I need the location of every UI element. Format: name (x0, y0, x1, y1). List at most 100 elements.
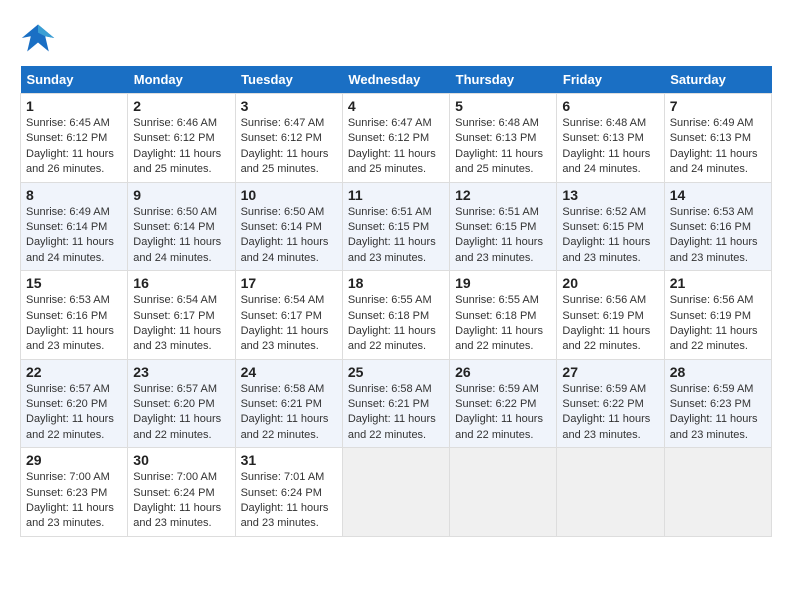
calendar-cell: 14 Sunrise: 6:53 AM Sunset: 6:16 PM Dayli… (664, 182, 771, 271)
day-number: 4 (348, 98, 444, 114)
calendar-cell: 9 Sunrise: 6:50 AM Sunset: 6:14 PM Daylig… (128, 182, 235, 271)
column-header-thursday: Thursday (450, 66, 557, 94)
day-number: 24 (241, 364, 337, 380)
day-number: 30 (133, 452, 229, 468)
day-info: Sunrise: 6:51 AM Sunset: 6:15 PM Dayligh… (455, 205, 551, 267)
day-number: 17 (241, 275, 337, 291)
day-number: 22 (26, 364, 122, 380)
calendar-week-row: 29 Sunrise: 7:00 AM Sunset: 6:23 PM Dayli… (21, 448, 772, 537)
day-number: 29 (26, 452, 122, 468)
day-info: Sunrise: 6:45 AM Sunset: 6:12 PM Dayligh… (26, 116, 122, 178)
day-info: Sunrise: 6:52 AM Sunset: 6:15 PM Dayligh… (562, 205, 658, 267)
calendar-cell: 1 Sunrise: 6:45 AM Sunset: 6:12 PM Daylig… (21, 94, 128, 183)
day-number: 28 (670, 364, 766, 380)
day-info: Sunrise: 6:59 AM Sunset: 6:22 PM Dayligh… (455, 382, 551, 444)
day-number: 3 (241, 98, 337, 114)
day-number: 5 (455, 98, 551, 114)
calendar-cell: 22 Sunrise: 6:57 AM Sunset: 6:20 PM Dayli… (21, 359, 128, 448)
calendar-cell: 10 Sunrise: 6:50 AM Sunset: 6:14 PM Dayli… (235, 182, 342, 271)
day-info: Sunrise: 6:54 AM Sunset: 6:17 PM Dayligh… (241, 293, 337, 355)
day-info: Sunrise: 6:57 AM Sunset: 6:20 PM Dayligh… (26, 382, 122, 444)
day-number: 1 (26, 98, 122, 114)
day-number: 15 (26, 275, 122, 291)
day-number: 11 (348, 187, 444, 203)
calendar-cell: 17 Sunrise: 6:54 AM Sunset: 6:17 PM Dayli… (235, 271, 342, 360)
logo (20, 20, 60, 56)
day-info: Sunrise: 6:53 AM Sunset: 6:16 PM Dayligh… (670, 205, 766, 267)
day-number: 10 (241, 187, 337, 203)
column-header-wednesday: Wednesday (342, 66, 449, 94)
calendar-cell: 7 Sunrise: 6:49 AM Sunset: 6:13 PM Daylig… (664, 94, 771, 183)
day-info: Sunrise: 6:54 AM Sunset: 6:17 PM Dayligh… (133, 293, 229, 355)
day-number: 13 (562, 187, 658, 203)
logo-icon (20, 20, 56, 56)
day-info: Sunrise: 6:56 AM Sunset: 6:19 PM Dayligh… (670, 293, 766, 355)
day-info: Sunrise: 6:51 AM Sunset: 6:15 PM Dayligh… (348, 205, 444, 267)
column-header-sunday: Sunday (21, 66, 128, 94)
day-info: Sunrise: 6:50 AM Sunset: 6:14 PM Dayligh… (133, 205, 229, 267)
calendar-cell: 23Sunrise: 6:57 AM Sunset: 6:20 PM Dayli… (128, 359, 235, 448)
day-info: Sunrise: 6:48 AM Sunset: 6:13 PM Dayligh… (562, 116, 658, 178)
calendar-cell: 12Sunrise: 6:51 AM Sunset: 6:15 PM Dayli… (450, 182, 557, 271)
column-header-saturday: Saturday (664, 66, 771, 94)
calendar-cell (342, 448, 449, 537)
day-info: Sunrise: 6:49 AM Sunset: 6:13 PM Dayligh… (670, 116, 766, 178)
day-number: 16 (133, 275, 229, 291)
day-info: Sunrise: 6:56 AM Sunset: 6:19 PM Dayligh… (562, 293, 658, 355)
day-number: 25 (348, 364, 444, 380)
calendar-cell: 26 Sunrise: 6:59 AM Sunset: 6:22 PM Dayli… (450, 359, 557, 448)
calendar-cell: 2 Sunrise: 6:46 AM Sunset: 6:12 PM Daylig… (128, 94, 235, 183)
calendar-cell: 4Sunrise: 6:47 AM Sunset: 6:12 PM Daylig… (342, 94, 449, 183)
calendar-cell: 25 Sunrise: 6:58 AM Sunset: 6:21 PM Dayli… (342, 359, 449, 448)
calendar-table: SundayMondayTuesdayWednesdayThursdayFrid… (20, 66, 772, 537)
day-number: 9 (133, 187, 229, 203)
calendar-cell: 15 Sunrise: 6:53 AM Sunset: 6:16 PM Dayli… (21, 271, 128, 360)
day-number: 19 (455, 275, 551, 291)
day-number: 6 (562, 98, 658, 114)
day-number: 21 (670, 275, 766, 291)
calendar-cell: 24 Sunrise: 6:58 AM Sunset: 6:21 PM Dayli… (235, 359, 342, 448)
day-number: 31 (241, 452, 337, 468)
calendar-cell: 27Sunrise: 6:59 AM Sunset: 6:22 PM Dayli… (557, 359, 664, 448)
calendar-cell: 6 Sunrise: 6:48 AM Sunset: 6:13 PM Daylig… (557, 94, 664, 183)
calendar-cell: 13 Sunrise: 6:52 AM Sunset: 6:15 PM Dayli… (557, 182, 664, 271)
day-info: Sunrise: 6:46 AM Sunset: 6:12 PM Dayligh… (133, 116, 229, 178)
calendar-cell: 19 Sunrise: 6:55 AM Sunset: 6:18 PM Dayli… (450, 271, 557, 360)
calendar-week-row: 1 Sunrise: 6:45 AM Sunset: 6:12 PM Daylig… (21, 94, 772, 183)
day-number: 26 (455, 364, 551, 380)
column-header-tuesday: Tuesday (235, 66, 342, 94)
calendar-cell: 5Sunrise: 6:48 AM Sunset: 6:13 PM Daylig… (450, 94, 557, 183)
calendar-cell: 31 Sunrise: 7:01 AM Sunset: 6:24 PM Dayli… (235, 448, 342, 537)
calendar-cell: 11 Sunrise: 6:51 AM Sunset: 6:15 PM Dayli… (342, 182, 449, 271)
day-info: Sunrise: 6:53 AM Sunset: 6:16 PM Dayligh… (26, 293, 122, 355)
day-info: Sunrise: 6:59 AM Sunset: 6:23 PM Dayligh… (670, 382, 766, 444)
calendar-cell: 3 Sunrise: 6:47 AM Sunset: 6:12 PM Daylig… (235, 94, 342, 183)
day-number: 18 (348, 275, 444, 291)
calendar-cell: 28 Sunrise: 6:59 AM Sunset: 6:23 PM Dayli… (664, 359, 771, 448)
day-number: 7 (670, 98, 766, 114)
day-number: 20 (562, 275, 658, 291)
calendar-cell: 8Sunrise: 6:49 AM Sunset: 6:14 PM Daylig… (21, 182, 128, 271)
day-number: 23 (133, 364, 229, 380)
day-number: 14 (670, 187, 766, 203)
calendar-cell: 18Sunrise: 6:55 AM Sunset: 6:18 PM Dayli… (342, 271, 449, 360)
day-info: Sunrise: 6:55 AM Sunset: 6:18 PM Dayligh… (455, 293, 551, 355)
calendar-cell: 29 Sunrise: 7:00 AM Sunset: 6:23 PM Dayli… (21, 448, 128, 537)
day-info: Sunrise: 6:58 AM Sunset: 6:21 PM Dayligh… (241, 382, 337, 444)
day-info: Sunrise: 6:47 AM Sunset: 6:12 PM Dayligh… (241, 116, 337, 178)
calendar-week-row: 15 Sunrise: 6:53 AM Sunset: 6:16 PM Dayli… (21, 271, 772, 360)
day-number: 8 (26, 187, 122, 203)
page-header (20, 20, 772, 56)
calendar-cell: 16 Sunrise: 6:54 AM Sunset: 6:17 PM Dayli… (128, 271, 235, 360)
day-info: Sunrise: 6:58 AM Sunset: 6:21 PM Dayligh… (348, 382, 444, 444)
calendar-header-row: SundayMondayTuesdayWednesdayThursdayFrid… (21, 66, 772, 94)
day-number: 2 (133, 98, 229, 114)
day-info: Sunrise: 6:50 AM Sunset: 6:14 PM Dayligh… (241, 205, 337, 267)
calendar-cell (664, 448, 771, 537)
calendar-week-row: 8Sunrise: 6:49 AM Sunset: 6:14 PM Daylig… (21, 182, 772, 271)
calendar-cell: 21 Sunrise: 6:56 AM Sunset: 6:19 PM Dayli… (664, 271, 771, 360)
day-info: Sunrise: 7:01 AM Sunset: 6:24 PM Dayligh… (241, 470, 337, 532)
day-info: Sunrise: 7:00 AM Sunset: 6:23 PM Dayligh… (26, 470, 122, 532)
calendar-cell (450, 448, 557, 537)
calendar-week-row: 22 Sunrise: 6:57 AM Sunset: 6:20 PM Dayli… (21, 359, 772, 448)
